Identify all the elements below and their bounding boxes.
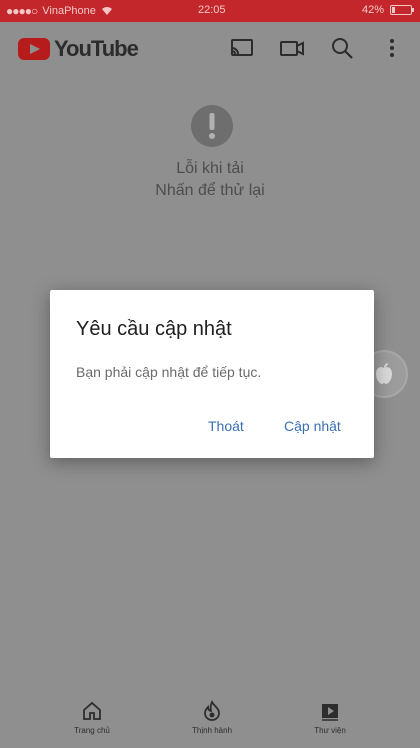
battery-percent: 42% (361, 4, 384, 16)
nav-item-library[interactable]: Thư viện (290, 700, 370, 735)
exit-button[interactable]: Thoát (208, 418, 244, 434)
nav-item-home[interactable]: Trang chủ (52, 700, 132, 735)
nav-label-home: Trang chủ (74, 726, 110, 735)
nav-label-trending: Thịnh hành (191, 726, 233, 735)
nav-label-library: Thư viện (314, 726, 346, 735)
status-bar: ●●●●○ VinaPhone 22:05 42% (0, 0, 420, 22)
more-vert-icon[interactable] (378, 34, 406, 62)
status-time: 22:05 (198, 4, 226, 16)
search-icon[interactable] (328, 34, 356, 62)
apple-icon (376, 363, 392, 384)
trending-icon (204, 700, 220, 721)
nav-item-trending[interactable]: Thịnh hành (172, 700, 252, 735)
error-icon (191, 105, 233, 147)
update-button[interactable]: Cập nhật (284, 418, 341, 434)
status-left: ●●●●○ VinaPhone (6, 4, 113, 18)
battery-icon (390, 5, 414, 15)
bottom-navigation: Trang chủ Thịnh hành Thư viện (0, 694, 420, 748)
retry-hint: Nhấn để thử lại (155, 182, 265, 199)
cast-icon[interactable] (228, 34, 256, 62)
error-message: Lỗi khi tải (176, 160, 244, 177)
wifi-icon (101, 7, 112, 15)
dialog-title: Yêu cầu cập nhật (76, 318, 232, 340)
dialog-message: Bạn phải cập nhật để tiếp tục. (76, 364, 262, 380)
carrier-name: VinaPhone (42, 5, 96, 17)
camera-icon[interactable] (278, 34, 306, 62)
status-right: 42% (361, 4, 414, 16)
update-required-dialog: Yêu cầu cập nhật Bạn phải cập nhật để ti… (50, 290, 374, 458)
youtube-play-icon (18, 38, 50, 60)
app-bar: YouTube (0, 22, 420, 72)
youtube-logo[interactable]: YouTube (18, 36, 139, 62)
library-icon (322, 704, 338, 721)
signal-strength-icon: ●●●●○ (6, 4, 38, 18)
home-icon (83, 701, 101, 720)
youtube-logo-text: YouTube (54, 36, 139, 61)
